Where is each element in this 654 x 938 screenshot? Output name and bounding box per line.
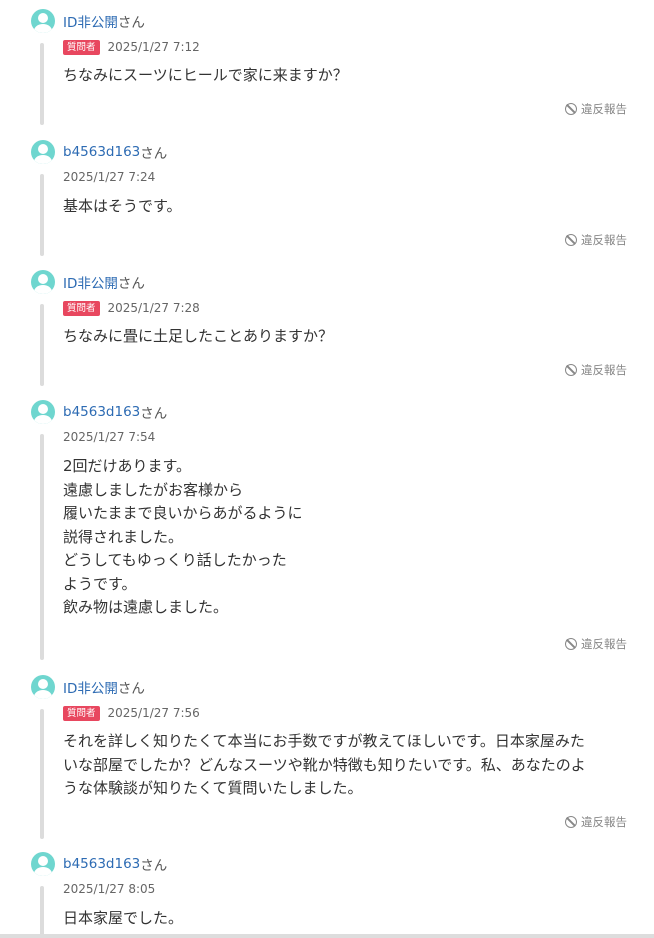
username-link[interactable]: ID非公開 [63, 11, 118, 31]
comment-header: ID非公開 さん [31, 270, 145, 294]
avatar[interactable] [31, 675, 55, 699]
honorific-suffix: さん [140, 858, 168, 874]
username-link[interactable]: ID非公開 [63, 272, 118, 292]
comment-header: ID非公開 さん [31, 9, 145, 33]
comment-item: ID非公開 さん 質問者 2025/1/27 7:28 ちなみに畳に土足したこと… [0, 270, 654, 390]
prohibited-icon [565, 638, 577, 650]
comment-text-line: それを詳しく知りたくて本当にお手数ですが教えてほしいです。日本家屋みた [63, 732, 585, 750]
comment-meta: 質問者 2025/1/27 7:12 [63, 39, 200, 55]
honorific-suffix: さん [117, 15, 145, 31]
avatar[interactable] [31, 400, 55, 424]
questioner-badge: 質問者 [63, 39, 100, 55]
comment-item: b4563d163 さん 2025/1/27 7:24 基本はそうです。 違反報… [0, 140, 654, 260]
report-label: 違反報告 [581, 815, 627, 829]
comment-timestamp: 2025/1/27 7:12 [107, 40, 200, 54]
comment-text-line: 履いたままで良いからあがるように [63, 504, 303, 522]
comment-header: b4563d163 さん [31, 140, 167, 164]
username-link[interactable]: b4563d163 [63, 404, 140, 420]
avatar[interactable] [31, 852, 55, 876]
comment-timestamp: 2025/1/27 7:54 [63, 430, 156, 444]
comment-item: b4563d163 さん 2025/1/27 7:54 2回だけあります。 遠慮… [0, 400, 654, 665]
comment-text-line: いな部屋でしたか？どんなスーツや靴か特徴も知りたいです。私、あなたのよ [63, 755, 586, 774]
report-label: 違反報告 [581, 102, 627, 116]
comment-meta: 2025/1/27 8:05 [63, 881, 155, 897]
comment-body: ちなみに畳に土足したことありますか？ [63, 325, 631, 349]
comment-text-line: 遠慮しましたがお客様から [63, 480, 244, 499]
comment-item: b4563d163 さん 2025/1/27 8:05 日本家屋でした。 [0, 852, 654, 938]
report-button[interactable]: 違反報告 [565, 232, 627, 248]
username-link[interactable]: b4563d163 [63, 856, 140, 872]
report-button[interactable]: 違反報告 [565, 636, 627, 652]
report-label: 違反報告 [581, 637, 627, 651]
comment-body: それを詳しく知りたくて本当にお手数ですが教えてほしいです。日本家屋みた いな部屋… [63, 730, 631, 801]
comment-meta: 2025/1/27 7:54 [63, 429, 155, 445]
report-label: 違反報告 [581, 233, 627, 247]
report-button[interactable]: 違反報告 [565, 362, 627, 378]
thread-line [40, 304, 44, 386]
comment-timestamp: 2025/1/27 7:28 [107, 301, 200, 315]
comment-thread: ID非公開 さん 質問者 2025/1/27 7:12 ちなみにスーツにヒールで… [0, 0, 654, 938]
questioner-badge: 質問者 [63, 705, 100, 721]
avatar[interactable] [31, 140, 55, 164]
report-label: 違反報告 [581, 363, 627, 377]
report-button[interactable]: 違反報告 [565, 101, 627, 117]
avatar[interactable] [31, 270, 55, 294]
comment-text-line: ようです。 [63, 574, 137, 593]
comment-text-line: うな体験談が知りたくて質問いたしました。 [63, 779, 363, 797]
thread-line [40, 43, 44, 125]
comment-meta: 2025/1/27 7:24 [63, 169, 155, 185]
comment-body: 日本家屋でした。 [63, 907, 631, 931]
prohibited-icon [565, 234, 577, 246]
questioner-badge: 質問者 [63, 300, 100, 316]
honorific-suffix: さん [117, 681, 145, 697]
avatar[interactable] [31, 9, 55, 33]
comment-header: b4563d163 さん [31, 400, 167, 424]
comment-text-line: 日本家屋でした。 [63, 909, 184, 927]
comment-meta: 質問者 2025/1/27 7:28 [63, 300, 200, 316]
prohibited-icon [565, 816, 577, 828]
comment-timestamp: 2025/1/27 8:05 [63, 882, 156, 896]
comment-meta: 質問者 2025/1/27 7:56 [63, 705, 200, 721]
comment-text-line: ちなみにスーツにヒールで家に来ますか？ [63, 66, 348, 84]
comment-item: ID非公開 さん 質問者 2025/1/27 7:56 それを詳しく知りたくて本… [0, 675, 654, 845]
horizontal-scrollbar[interactable] [0, 934, 654, 938]
comment-text-line: 説得されました。 [63, 527, 184, 546]
honorific-suffix: さん [140, 406, 168, 422]
report-button[interactable]: 違反報告 [565, 814, 627, 830]
comment-header: ID非公開 さん [31, 675, 145, 699]
comment-text-line: ちなみに畳に土足したことありますか？ [63, 327, 334, 345]
thread-line [40, 174, 44, 256]
comment-text-line: 2回だけあります。 [63, 457, 192, 475]
comment-timestamp: 2025/1/27 7:56 [107, 706, 200, 720]
comment-item: ID非公開 さん 質問者 2025/1/27 7:12 ちなみにスーツにヒールで… [0, 9, 654, 129]
username-link[interactable]: b4563d163 [63, 144, 140, 160]
username-link[interactable]: ID非公開 [63, 677, 118, 697]
honorific-suffix: さん [140, 146, 168, 162]
comment-text-line: どうしてもゆっくり話したかった [63, 551, 287, 569]
comment-body: 2回だけあります。 遠慮しましたがお客様から 履いたままで良いからあがるように … [63, 455, 631, 620]
comment-text-line: 基本はそうです。 [63, 197, 182, 215]
comment-timestamp: 2025/1/27 7:24 [63, 170, 156, 184]
comment-text-line: 飲み物は遠慮しました。 [63, 598, 229, 616]
prohibited-icon [565, 364, 577, 376]
thread-line [40, 709, 44, 839]
comment-body: ちなみにスーツにヒールで家に来ますか？ [63, 64, 631, 88]
thread-line [40, 886, 44, 938]
comment-header: b4563d163 さん [31, 852, 167, 876]
prohibited-icon [565, 103, 577, 115]
honorific-suffix: さん [117, 276, 145, 292]
comment-body: 基本はそうです。 [63, 195, 631, 219]
thread-line [40, 434, 44, 660]
